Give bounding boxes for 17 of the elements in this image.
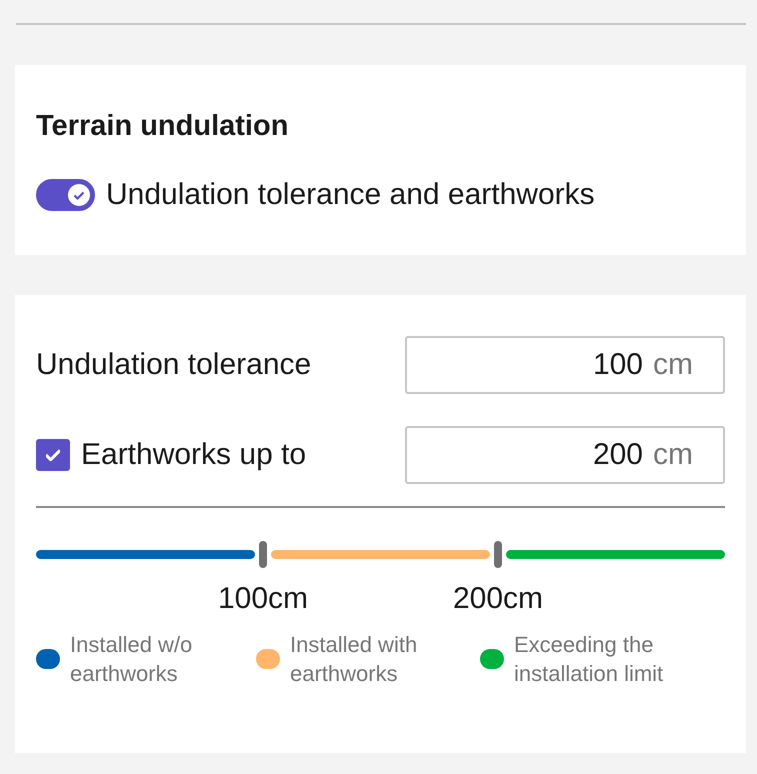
slider-handle[interactable] bbox=[494, 541, 502, 568]
field-label: Undulation tolerance bbox=[36, 348, 312, 382]
legend-label: Installed w/o earthworks bbox=[70, 631, 194, 688]
threshold-label: 200cm bbox=[452, 582, 544, 616]
checkbox[interactable] bbox=[36, 439, 70, 471]
number-field[interactable]: 200 cm bbox=[405, 426, 725, 484]
slider-handle[interactable] bbox=[259, 541, 267, 568]
legend-label: Installed with earthworks bbox=[290, 631, 418, 688]
threshold-label: 100cm bbox=[218, 582, 308, 616]
check-knob-icon bbox=[68, 184, 90, 206]
checkmark-icon bbox=[46, 449, 60, 461]
toggle-switch[interactable] bbox=[36, 179, 95, 211]
section-title: Terrain undulation bbox=[36, 109, 290, 143]
field-label: Earthworks up to bbox=[81, 438, 306, 472]
number-field[interactable]: 100 cm bbox=[405, 336, 725, 394]
legend-label: Exceeding the installation limit bbox=[514, 631, 664, 688]
toggle-label: Undulation tolerance and earthworks bbox=[106, 178, 595, 212]
